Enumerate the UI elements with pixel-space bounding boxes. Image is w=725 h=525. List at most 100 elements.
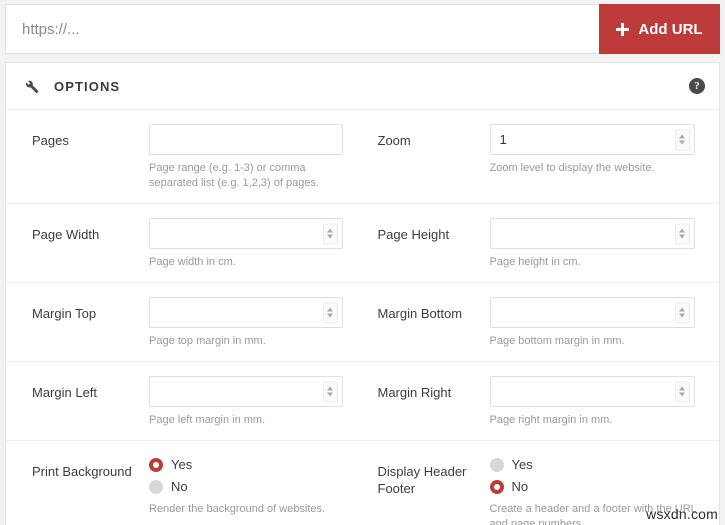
help-text-page-height: Page height in cm. <box>489 256 581 268</box>
radio-label: No <box>511 479 529 494</box>
field-margin-right: Margin Right Page right margin in mm. <box>363 376 720 428</box>
display-header-footer-option-no[interactable]: No <box>489 477 700 496</box>
margin-right-input[interactable] <box>489 376 695 407</box>
print-background-option-yes[interactable]: Yes <box>149 455 343 474</box>
margin-top-input[interactable] <box>149 297 343 328</box>
field-label-page-height: Page Height <box>377 227 450 242</box>
url-bar: Add URL <box>5 4 720 54</box>
field-margin-bottom: Margin Bottom Page bottom margin in mm. <box>363 297 720 349</box>
chevron-down-icon <box>679 234 685 239</box>
options-form-screen: Add URL OPTIONS ? Pages Page ran <box>0 0 725 525</box>
margin-top-stepper[interactable] <box>322 302 338 323</box>
field-label-pages: Pages <box>32 133 69 148</box>
page-width-stepper[interactable] <box>322 223 338 244</box>
print-background-option-no[interactable]: No <box>149 477 343 496</box>
margin-right-stepper[interactable] <box>674 381 690 402</box>
plus-icon <box>616 22 630 36</box>
help-icon[interactable]: ? <box>689 78 705 94</box>
radio-label: No <box>171 479 188 494</box>
field-label-margin-bottom: Margin Bottom <box>377 306 463 321</box>
field-area-pages: Page range (e.g. 1-3) or comma separated… <box>149 124 363 191</box>
help-text-print-background: Render the background of websites. <box>149 503 326 515</box>
field-area-page-height: Page height in cm. <box>489 218 720 270</box>
help-text-margin-left: Page left margin in mm. <box>149 414 266 426</box>
help-text-margin-right: Page right margin in mm. <box>489 414 613 426</box>
field-label-margin-right: Margin Right <box>377 385 452 400</box>
options-row-print-background: Print Background Yes No Render the backg… <box>6 441 719 525</box>
options-panel-title: OPTIONS <box>54 78 121 94</box>
radio-icon-selected <box>489 479 504 494</box>
pages-input[interactable] <box>149 124 343 155</box>
field-area-margin-top: Page top margin in mm. <box>149 297 363 349</box>
margin-left-input[interactable] <box>149 376 343 407</box>
options-row-margin-top-bottom: Margin Top Page top margin in mm. Margin… <box>6 283 719 362</box>
url-input[interactable] <box>6 5 599 53</box>
input-wrap-page-width <box>149 218 343 249</box>
radio-icon-unselected <box>489 457 504 472</box>
field-margin-top: Margin Top Page top margin in mm. <box>6 297 363 349</box>
chevron-down-icon <box>679 140 685 145</box>
input-wrap-zoom <box>489 124 695 155</box>
input-wrap-margin-right <box>489 376 695 407</box>
help-text-pages: Page range (e.g. 1-3) or comma separated… <box>149 162 319 189</box>
page-width-input[interactable] <box>149 218 343 249</box>
display-header-footer-radio-group: Yes No <box>489 455 700 496</box>
input-wrap-margin-top <box>149 297 343 328</box>
chevron-up-icon <box>327 228 333 233</box>
field-print-background: Print Background Yes No Render the backg… <box>6 455 363 525</box>
field-zoom: Zoom Zoom level to display the website. <box>363 124 720 191</box>
margin-bottom-input[interactable] <box>489 297 695 328</box>
chevron-up-icon <box>679 134 685 139</box>
chevron-down-icon <box>679 392 685 397</box>
options-row-page-size: Page Width Page width in cm. Page Height <box>6 204 719 283</box>
radio-label: Yes <box>511 457 533 472</box>
input-wrap-pages <box>149 124 343 155</box>
field-margin-left: Margin Left Page left margin in mm. <box>6 376 363 428</box>
chevron-down-icon <box>327 234 333 239</box>
field-label-display-header-footer: Display Header Footer <box>377 464 467 496</box>
chevron-down-icon <box>327 392 333 397</box>
chevron-up-icon <box>327 386 333 391</box>
margin-bottom-stepper[interactable] <box>674 302 690 323</box>
chevron-up-icon <box>679 307 685 312</box>
field-area-margin-left: Page left margin in mm. <box>149 376 363 428</box>
display-header-footer-option-yes[interactable]: Yes <box>489 455 700 474</box>
field-label-page-width: Page Width <box>32 227 100 242</box>
options-row-margin-left-right: Margin Left Page left margin in mm. Marg… <box>6 362 719 441</box>
field-area-print-background: Yes No Render the background of websites… <box>149 455 363 525</box>
field-area-margin-right: Page right margin in mm. <box>489 376 720 428</box>
chevron-up-icon <box>679 386 685 391</box>
zoom-input[interactable] <box>489 124 695 155</box>
add-url-button[interactable]: Add URL <box>599 4 720 54</box>
field-page-height: Page Height Page height in cm. <box>363 218 720 270</box>
margin-left-stepper[interactable] <box>322 381 338 402</box>
zoom-stepper[interactable] <box>674 129 690 150</box>
options-panel: OPTIONS ? Pages Page range (e.g. 1-3) or… <box>5 62 720 525</box>
wrench-icon <box>22 77 40 95</box>
field-page-width: Page Width Page width in cm. <box>6 218 363 270</box>
options-panel-header: OPTIONS ? <box>6 63 719 110</box>
chevron-up-icon <box>679 228 685 233</box>
page-height-stepper[interactable] <box>674 223 690 244</box>
add-url-button-label: Add URL <box>638 20 703 38</box>
field-area-margin-bottom: Page bottom margin in mm. <box>489 297 720 349</box>
input-wrap-margin-left <box>149 376 343 407</box>
radio-icon-selected <box>149 457 163 472</box>
print-background-radio-group: Yes No <box>149 455 343 496</box>
field-area-page-width: Page width in cm. <box>149 218 363 270</box>
chevron-down-icon <box>679 313 685 318</box>
field-label-print-background: Print Background <box>32 464 132 479</box>
field-area-zoom: Zoom level to display the website. <box>489 124 720 191</box>
field-label-margin-top: Margin Top <box>32 306 97 321</box>
help-text-margin-top: Page top margin in mm. <box>149 335 266 347</box>
input-wrap-page-height <box>489 218 695 249</box>
radio-label: Yes <box>171 457 193 472</box>
chevron-down-icon <box>327 313 333 318</box>
page-height-input[interactable] <box>489 218 695 249</box>
radio-icon-unselected <box>149 479 163 494</box>
options-row-pages-zoom: Pages Page range (e.g. 1-3) or comma sep… <box>6 110 719 204</box>
field-label-zoom: Zoom <box>377 133 411 148</box>
field-pages: Pages Page range (e.g. 1-3) or comma sep… <box>6 124 363 191</box>
chevron-up-icon <box>327 307 333 312</box>
watermark: wsxdn.com <box>646 506 718 522</box>
